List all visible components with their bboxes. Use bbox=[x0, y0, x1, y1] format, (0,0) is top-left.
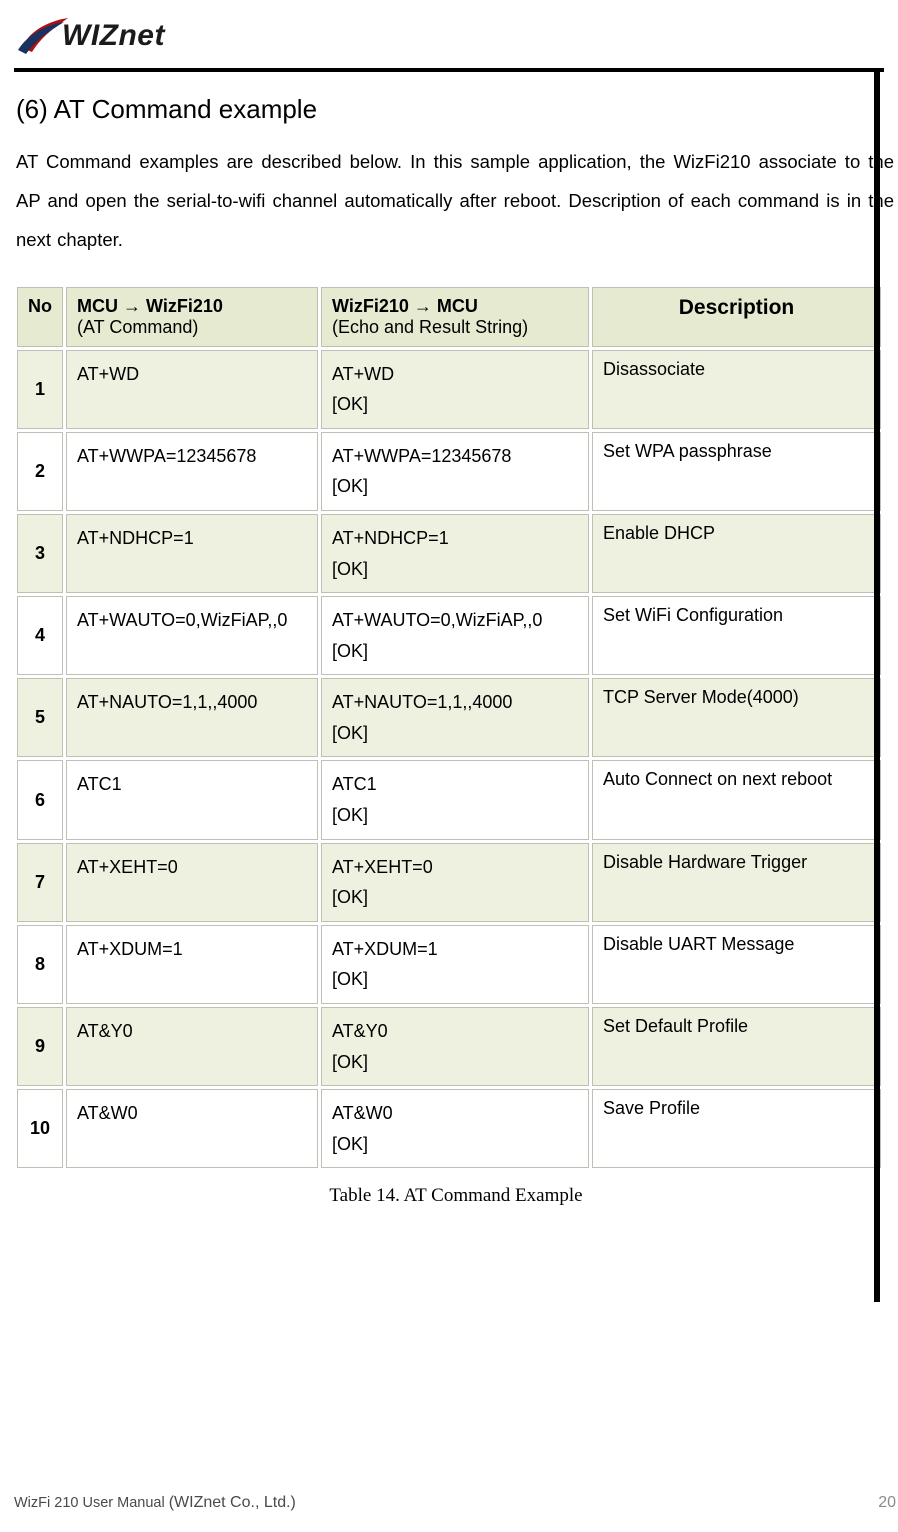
table-row: 6ATC1ATC1[OK]Auto Connect on next reboot bbox=[17, 760, 881, 839]
cell-description: Disassociate bbox=[592, 350, 881, 429]
cell-no: 6 bbox=[17, 760, 63, 839]
cell-echo: AT+XEHT=0[OK] bbox=[321, 843, 589, 922]
cell-echo: AT+XDUM=1[OK] bbox=[321, 925, 589, 1004]
cell-echo: AT+WWPA=12345678[OK] bbox=[321, 432, 589, 511]
cell-no: 8 bbox=[17, 925, 63, 1004]
cell-description: Disable UART Message bbox=[592, 925, 881, 1004]
th-echo-sub: (Echo and Result String) bbox=[332, 317, 578, 338]
table-row: 8AT+XDUM=1AT+XDUM=1[OK]Disable UART Mess… bbox=[17, 925, 881, 1004]
cell-no: 10 bbox=[17, 1089, 63, 1168]
table-row: 3AT+NDHCP=1AT+NDHCP=1[OK]Enable DHCP bbox=[17, 514, 881, 593]
table-row: 2AT+WWPA=12345678AT+WWPA=12345678[OK]Set… bbox=[17, 432, 881, 511]
at-command-table: No MCU → WizFi210 (AT Command) WizFi210 … bbox=[14, 284, 884, 1172]
side-black-bar bbox=[874, 72, 880, 1302]
cell-description: Disable Hardware Trigger bbox=[592, 843, 881, 922]
cell-echo: ATC1[OK] bbox=[321, 760, 589, 839]
table-header-row: No MCU → WizFi210 (AT Command) WizFi210 … bbox=[17, 287, 881, 347]
cell-echo: AT&W0[OK] bbox=[321, 1089, 589, 1168]
cell-command: AT+WWPA=12345678 bbox=[66, 432, 318, 511]
cell-echo: AT+NDHCP=1[OK] bbox=[321, 514, 589, 593]
table-row: 5AT+NAUTO=1,1,,4000AT+NAUTO=1,1,,4000[OK… bbox=[17, 678, 881, 757]
footer-doc-title: WizFi 210 User Manual bbox=[14, 1495, 169, 1511]
cell-command: AT&Y0 bbox=[66, 1007, 318, 1086]
cell-command: AT+XDUM=1 bbox=[66, 925, 318, 1004]
cell-no: 3 bbox=[17, 514, 63, 593]
cell-description: Set WPA passphrase bbox=[592, 432, 881, 511]
cell-description: Set WiFi Configuration bbox=[592, 596, 881, 675]
cell-no: 7 bbox=[17, 843, 63, 922]
th-mcu-sub: (AT Command) bbox=[77, 317, 307, 338]
cell-command: AT&W0 bbox=[66, 1089, 318, 1168]
table-row: 7AT+XEHT=0AT+XEHT=0[OK]Disable Hardware … bbox=[17, 843, 881, 922]
cell-no: 2 bbox=[17, 432, 63, 511]
table-row: 1AT+WDAT+WD[OK]Disassociate bbox=[17, 350, 881, 429]
header-rule bbox=[14, 68, 884, 72]
th-mcu: MCU → WizFi210 (AT Command) bbox=[66, 287, 318, 347]
cell-command: AT+NDHCP=1 bbox=[66, 514, 318, 593]
logo-text: WIZnet bbox=[62, 19, 165, 53]
table-row: 4AT+WAUTO=0,WizFiAP,,0AT+WAUTO=0,WizFiAP… bbox=[17, 596, 881, 675]
cell-no: 4 bbox=[17, 596, 63, 675]
th-mcu-main: MCU → WizFi210 bbox=[77, 296, 223, 316]
cell-echo: AT+NAUTO=1,1,,4000[OK] bbox=[321, 678, 589, 757]
th-echo-main: WizFi210 → MCU bbox=[332, 296, 478, 316]
table-row: 9AT&Y0AT&Y0[OK]Set Default Profile bbox=[17, 1007, 881, 1086]
cell-command: AT+NAUTO=1,1,,4000 bbox=[66, 678, 318, 757]
cell-echo: AT+WD[OK] bbox=[321, 350, 589, 429]
cell-description: TCP Server Mode(4000) bbox=[592, 678, 881, 757]
page-footer: WizFi 210 User Manual (WIZnet Co., Ltd.) bbox=[14, 1494, 884, 1512]
intro-paragraph: AT Command examples are described below.… bbox=[16, 143, 894, 260]
cell-description: Set Default Profile bbox=[592, 1007, 881, 1086]
cell-no: 9 bbox=[17, 1007, 63, 1086]
cell-description: Auto Connect on next reboot bbox=[592, 760, 881, 839]
cell-description: Enable DHCP bbox=[592, 514, 881, 593]
table-row: 10AT&W0AT&W0[OK]Save Profile bbox=[17, 1089, 881, 1168]
cell-no: 5 bbox=[17, 678, 63, 757]
cell-command: AT+WD bbox=[66, 350, 318, 429]
footer-company: (WIZnet Co., Ltd.) bbox=[169, 1494, 296, 1511]
logo-swoosh-icon bbox=[14, 14, 72, 58]
cell-command: AT+WAUTO=0,WizFiAP,,0 bbox=[66, 596, 318, 675]
table-caption: Table 14. AT Command Example bbox=[14, 1185, 898, 1207]
cell-description: Save Profile bbox=[592, 1089, 881, 1168]
th-echo: WizFi210 → MCU (Echo and Result String) bbox=[321, 287, 589, 347]
cell-echo: AT&Y0[OK] bbox=[321, 1007, 589, 1086]
cell-command: ATC1 bbox=[66, 760, 318, 839]
th-desc: Description bbox=[592, 287, 881, 347]
th-no: No bbox=[17, 287, 63, 347]
header-logo: WIZnet bbox=[14, 14, 898, 64]
section-heading: (6) AT Command example bbox=[16, 94, 898, 125]
cell-no: 1 bbox=[17, 350, 63, 429]
cell-echo: AT+WAUTO=0,WizFiAP,,0[OK] bbox=[321, 596, 589, 675]
cell-command: AT+XEHT=0 bbox=[66, 843, 318, 922]
page-number: 20 bbox=[878, 1494, 896, 1512]
